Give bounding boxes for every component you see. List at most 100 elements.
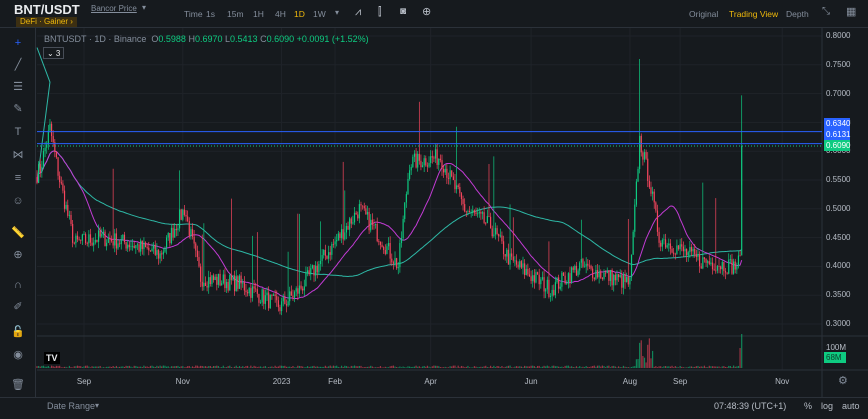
volume-bar xyxy=(404,367,406,368)
candle-body xyxy=(507,249,510,265)
volume-bar xyxy=(365,366,367,368)
volume-bar xyxy=(525,366,527,368)
candle-body xyxy=(588,265,591,267)
volume-bar xyxy=(420,367,422,368)
volume-bar xyxy=(571,366,573,368)
volume-bar xyxy=(96,366,98,368)
volume-bar xyxy=(269,366,271,368)
candle-body xyxy=(352,222,354,224)
candle-body xyxy=(187,216,189,222)
candle-body xyxy=(368,211,370,231)
volume-bar xyxy=(195,365,197,368)
candle-body xyxy=(157,250,160,259)
candle-body xyxy=(76,235,79,240)
volume-bar xyxy=(502,367,505,368)
candle-body xyxy=(420,160,422,168)
volume-bar xyxy=(687,366,689,368)
candle-body xyxy=(175,228,177,231)
volume-bar xyxy=(258,366,260,368)
volume-bar xyxy=(439,367,441,368)
candle-body xyxy=(626,276,628,282)
candle-body xyxy=(601,277,603,279)
log-toggle[interactable]: log xyxy=(821,401,833,411)
clock-time: 07:48:39 (UTC+1) xyxy=(714,401,787,411)
volume-bar xyxy=(135,365,137,368)
volume-bar xyxy=(104,367,106,368)
volume-bar xyxy=(554,366,556,368)
volume-bar xyxy=(462,366,464,368)
volume-bar xyxy=(399,366,401,368)
volume-bar xyxy=(616,367,618,368)
volume-bar xyxy=(713,366,715,368)
candle-body xyxy=(611,269,613,286)
candle-body xyxy=(174,228,176,238)
candle-body xyxy=(441,160,443,169)
volume-bar xyxy=(305,367,307,368)
volume-bar xyxy=(120,366,122,368)
volume-bar xyxy=(575,366,578,368)
price-chart[interactable] xyxy=(0,0,868,419)
settings-gear-icon[interactable]: ⚙ xyxy=(838,374,848,387)
candle-body xyxy=(306,270,309,273)
candle-body xyxy=(577,270,579,276)
candle-body xyxy=(571,267,573,283)
candle-body xyxy=(467,211,469,212)
candle-body xyxy=(605,272,607,274)
volume-bar xyxy=(227,366,229,368)
candle-body xyxy=(114,233,116,246)
date-range-dropdown-icon[interactable]: ▾ xyxy=(95,401,99,410)
candle-body xyxy=(94,239,96,243)
candle-body xyxy=(276,296,278,301)
volume-bar xyxy=(400,367,403,368)
candle-body xyxy=(355,212,357,215)
candle-body xyxy=(373,224,375,226)
candle-body xyxy=(68,214,70,216)
candle-body xyxy=(151,248,153,252)
volume-bar xyxy=(533,366,535,368)
indicators-toggle[interactable]: ⌄ 3 xyxy=(43,47,65,59)
volume-bar xyxy=(310,366,312,368)
volume-bar xyxy=(182,366,184,368)
volume-bar xyxy=(232,367,234,368)
candle-body xyxy=(279,307,281,312)
candle-body xyxy=(219,273,221,286)
volume-bar xyxy=(579,366,581,368)
volume-bar xyxy=(677,367,680,368)
candle-body xyxy=(65,204,67,209)
date-range-button[interactable]: Date Range xyxy=(47,401,95,411)
candle-body xyxy=(130,246,132,248)
candle-body xyxy=(430,156,432,164)
volume-bar xyxy=(548,366,550,368)
auto-toggle[interactable]: auto xyxy=(842,401,860,411)
volume-bar xyxy=(164,365,166,368)
volume-bar xyxy=(72,367,74,368)
candle-body xyxy=(89,234,92,243)
volume-bar xyxy=(303,367,305,368)
high-value: 0.6970 xyxy=(194,34,223,44)
volume-bar xyxy=(421,366,424,368)
candle-body xyxy=(465,211,467,213)
volume-bar xyxy=(506,366,508,368)
volume-bar xyxy=(394,366,396,368)
candle-body xyxy=(386,246,388,254)
candle-body xyxy=(480,211,482,214)
candle-body xyxy=(106,242,108,247)
volume-bar xyxy=(648,338,650,368)
volume-bar xyxy=(259,366,262,368)
candle-body xyxy=(302,288,304,291)
candle-body xyxy=(394,258,396,264)
volume-bar xyxy=(109,366,111,368)
volume-bar xyxy=(54,366,56,368)
volume-bar xyxy=(201,365,203,368)
candle-body xyxy=(389,242,391,259)
volume-bar xyxy=(645,362,647,368)
candle-body xyxy=(363,206,365,209)
candle-body xyxy=(617,274,620,278)
volume-bar xyxy=(384,366,386,368)
candle-body xyxy=(365,208,367,215)
volume-bar xyxy=(281,365,283,368)
candle-body xyxy=(697,254,699,258)
percent-toggle[interactable]: % xyxy=(804,401,812,411)
volume-bar xyxy=(86,365,88,368)
candle-body xyxy=(666,245,668,248)
